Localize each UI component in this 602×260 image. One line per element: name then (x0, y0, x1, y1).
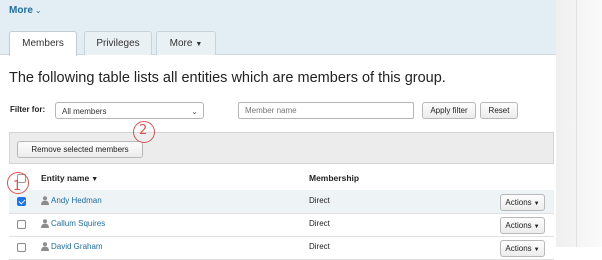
tab-privileges-label: Privileges (96, 38, 140, 49)
sort-caret-icon: ▼ (91, 176, 99, 183)
annotation-number-2: 2 (139, 123, 148, 138)
tab-more[interactable]: More ▼ (156, 31, 216, 55)
actions-label: Actions (505, 221, 532, 230)
filter-label: Filter for: (10, 105, 46, 114)
row-checkbox[interactable] (17, 243, 26, 252)
page: More ⌄ Members Privileges More ▼ The follo… (0, 0, 556, 260)
table-header-row: Entity name ▼ Membership (9, 166, 554, 191)
member-name-input[interactable] (238, 102, 414, 119)
table-row: Callum Squires Direct Actions ▼ (9, 213, 554, 237)
member-filter-value: All members (62, 107, 107, 116)
annotation-number-1: 1 (13, 179, 22, 194)
caret-down-icon: ▼ (533, 201, 540, 207)
actions-label: Actions (505, 198, 532, 207)
row-checkbox[interactable] (17, 197, 26, 206)
actions-button[interactable]: Actions ▼ (500, 217, 545, 234)
actions-button[interactable]: Actions ▼ (500, 194, 545, 211)
group-header-bar: More ⌄ Members Privileges More ▼ (0, 0, 556, 56)
actions-label: Actions (505, 244, 532, 253)
entity-name-link[interactable]: Andy Hedman (51, 196, 102, 205)
more-menu-label: More (9, 5, 33, 16)
member-filter-select[interactable]: All members ⌄ (55, 102, 204, 119)
actions-button[interactable]: Actions ▼ (500, 240, 545, 257)
tab-members[interactable]: Members (9, 31, 77, 56)
reset-button[interactable]: Reset (480, 102, 518, 119)
tab-more-label: More (169, 38, 193, 49)
table-row: Andy Hedman Direct Actions ▼ (9, 190, 554, 214)
row-checkbox[interactable] (17, 220, 26, 229)
user-icon (41, 219, 49, 228)
chevron-down-icon: ⌄ (191, 107, 198, 116)
entity-name-link[interactable]: Callum Squires (51, 219, 105, 228)
membership-value: Direct (309, 219, 330, 228)
entity-name-header-label: Entity name (41, 173, 90, 183)
tab-privileges[interactable]: Privileges (84, 31, 152, 55)
caret-down-icon: ▼ (533, 224, 540, 230)
chevron-down-icon: ⌄ (34, 6, 42, 15)
page-heading: The following table lists all entities w… (9, 70, 446, 86)
tab-members-label: Members (22, 38, 64, 49)
membership-column-header: Membership (309, 173, 360, 183)
caret-down-icon: ▼ (533, 247, 540, 253)
remove-selected-members-button[interactable]: Remove selected members (17, 141, 143, 158)
apply-filter-button[interactable]: Apply filter (422, 102, 476, 119)
user-icon (41, 196, 49, 205)
table-toolbar: Remove selected members (9, 132, 554, 164)
more-menu-link[interactable]: More ⌄ (9, 5, 42, 16)
membership-value: Direct (309, 196, 330, 205)
page-gutter (556, 0, 602, 247)
entity-name-column-header[interactable]: Entity name ▼ (41, 173, 98, 183)
table-row: David Graham Direct Actions ▼ (9, 236, 554, 260)
caret-down-icon: ▼ (195, 41, 203, 48)
